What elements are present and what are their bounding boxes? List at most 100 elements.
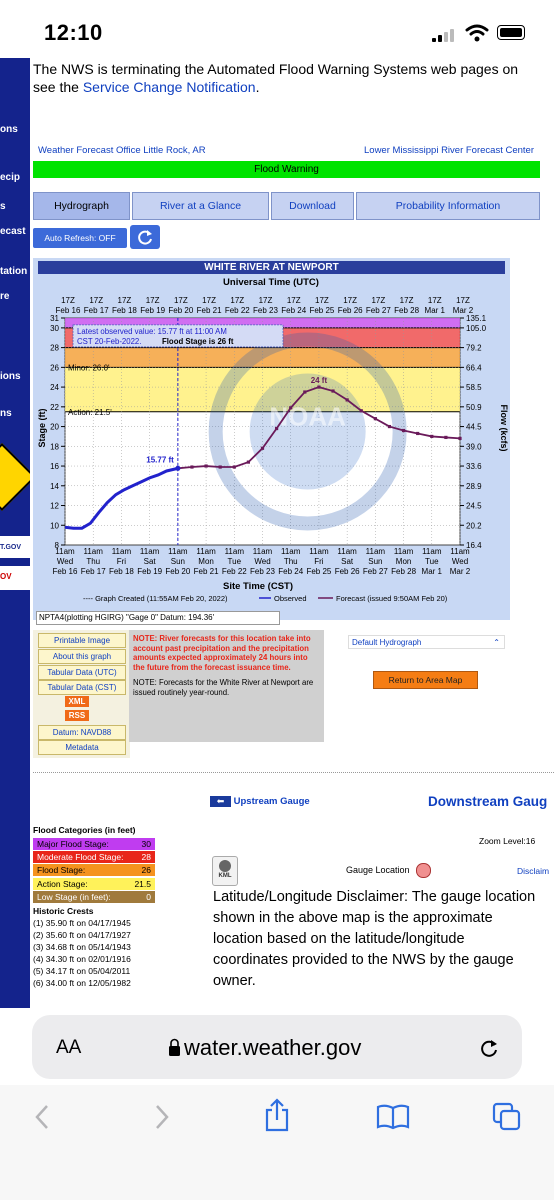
top-date-label: Feb 23 bbox=[253, 306, 278, 315]
nav-item[interactable]: s bbox=[0, 201, 6, 212]
select-value: Default Hydrograph bbox=[352, 638, 422, 647]
top-tick-label: 17Z bbox=[202, 296, 216, 305]
bottom-date-label: Feb 28 bbox=[391, 567, 416, 576]
bottom-date-label: Feb 27 bbox=[363, 567, 388, 576]
y-tick-label: 12 bbox=[50, 502, 59, 511]
reader-aa-button[interactable]: AA bbox=[56, 1037, 81, 1059]
tabular-utc-button[interactable]: Tabular Data (UTC) bbox=[38, 665, 126, 680]
bottom-date-label: Feb 26 bbox=[335, 567, 360, 576]
battery-icon bbox=[497, 25, 525, 40]
nav-item[interactable]: ns bbox=[0, 408, 12, 419]
nav-item[interactable]: ions bbox=[0, 371, 21, 382]
noaa-logo-text: NOAA bbox=[269, 402, 346, 432]
reload-icon[interactable] bbox=[478, 1037, 500, 1059]
chart-svg: NOAA810121416182022242628303116.420.224.… bbox=[37, 277, 509, 603]
y-tick-label: 31 bbox=[50, 314, 59, 323]
bottom-date-label: Feb 20 bbox=[165, 567, 190, 576]
xml-button[interactable]: XML bbox=[65, 696, 89, 707]
forecast-point bbox=[444, 435, 448, 440]
action-label: Action: 21.5' bbox=[68, 408, 112, 417]
nav-item[interactable]: ons bbox=[0, 124, 18, 135]
metadata-button[interactable]: Metadata bbox=[38, 740, 126, 755]
tab-label: Probability Information bbox=[395, 200, 501, 212]
tab-river-at-a-glance[interactable]: River at a Glance bbox=[132, 192, 269, 220]
top-date-label: Feb 25 bbox=[309, 306, 334, 315]
govt-logo[interactable]: T.GOV bbox=[0, 536, 30, 558]
tabular-cst-button[interactable]: Tabular Data (CST) bbox=[38, 680, 126, 695]
flood-category-value: 30 bbox=[141, 839, 151, 849]
bottom-date-label: Feb 18 bbox=[109, 567, 134, 576]
nav-item[interactable]: ecast bbox=[0, 226, 26, 237]
hydrograph-select[interactable]: Default Hydrograph ⌃ bbox=[348, 635, 505, 649]
gauge-location-label: Gauge Location bbox=[346, 865, 410, 875]
tab-probability[interactable]: Probability Information bbox=[356, 192, 540, 220]
flood-category-value: 21.5 bbox=[134, 878, 151, 889]
historic-crest-item: (2) 35.60 ft on 04/17/1927 bbox=[33, 930, 131, 940]
office-link[interactable]: Weather Forecast Office Little Rock, AR bbox=[38, 145, 206, 156]
top-date-label: Feb 16 bbox=[56, 306, 81, 315]
top-tick-label: 17Z bbox=[315, 296, 329, 305]
forecast-point bbox=[317, 385, 321, 389]
bottom-day-label: Thu bbox=[86, 557, 100, 566]
kml-icon[interactable]: KML bbox=[212, 856, 238, 886]
top-tick-label: 17Z bbox=[230, 296, 244, 305]
nav-item[interactable]: re bbox=[0, 291, 9, 302]
bottom-day-label: Sat bbox=[144, 557, 157, 566]
signal-icon bbox=[432, 28, 456, 42]
bottom-time-label: 11am bbox=[196, 547, 216, 556]
bottom-date-label: Feb 16 bbox=[53, 567, 78, 576]
bottom-date-label: Feb 23 bbox=[250, 567, 275, 576]
btn-label: RSS bbox=[68, 711, 86, 720]
bottom-time-label: 11am bbox=[309, 547, 329, 556]
bottom-date-label: Mar 2 bbox=[450, 567, 471, 576]
rfc-link[interactable]: Lower Mississippi River Forecast Center bbox=[364, 145, 534, 156]
top-tick-label: 17Z bbox=[61, 296, 75, 305]
top-date-label: Feb 27 bbox=[366, 306, 391, 315]
datum-button[interactable]: Datum: NAVD88 bbox=[38, 725, 126, 740]
disclaimer-link[interactable]: Disclaim bbox=[517, 866, 549, 876]
url-text[interactable]: water.weather.gov bbox=[184, 1035, 361, 1061]
bottom-time-label: 11am bbox=[112, 547, 132, 556]
top-axis-title: Universal Time (UTC) bbox=[223, 277, 319, 288]
minor-label: Minor: 26.0' bbox=[68, 363, 110, 372]
auto-refresh-button[interactable]: Auto Refresh: OFF bbox=[33, 228, 127, 248]
url-bar[interactable]: AA water.weather.gov bbox=[32, 1015, 522, 1079]
forward-icon[interactable] bbox=[154, 1104, 170, 1130]
flood-category-row: Low Stage (in feet): 0 bbox=[33, 890, 155, 904]
govt-logo[interactable]: OV bbox=[0, 566, 30, 590]
back-icon[interactable] bbox=[34, 1104, 50, 1130]
rss-button[interactable]: RSS bbox=[65, 710, 89, 721]
chart-footer: NPTA4(plotting HGIRG) "Gage 0" Datum: 19… bbox=[36, 611, 280, 625]
bottom-date-label: Feb 24 bbox=[278, 567, 303, 576]
btn-label: Metadata bbox=[65, 743, 99, 752]
upstream-gauge-link[interactable]: ⬅ Upstream Gauge bbox=[210, 796, 310, 807]
top-date-label: Mar 1 bbox=[425, 306, 446, 315]
top-tick-label: 17Z bbox=[400, 296, 414, 305]
bottom-day-label: Mon bbox=[198, 557, 214, 566]
tab-download[interactable]: Download bbox=[271, 192, 354, 220]
top-tick-label: 17Z bbox=[259, 296, 273, 305]
tab-hydrograph[interactable]: Hydrograph bbox=[33, 192, 130, 220]
bottom-time-label: 11am bbox=[394, 547, 414, 556]
downstream-gauge-link[interactable]: Downstream Gaug bbox=[428, 794, 547, 809]
flood-category-row: Moderate Flood Stage: 28 bbox=[33, 851, 155, 865]
forecast-point bbox=[246, 460, 250, 464]
bookmarks-icon[interactable] bbox=[376, 1104, 410, 1130]
tab-label: Hydrograph bbox=[54, 200, 109, 212]
forecast-point bbox=[373, 417, 377, 421]
btn-label: Tabular Data (CST) bbox=[47, 683, 117, 692]
share-icon[interactable] bbox=[263, 1098, 291, 1132]
nav-item[interactable]: ecip bbox=[0, 172, 20, 183]
btn-label: About this graph bbox=[52, 652, 112, 661]
service-change-link[interactable]: Service Change Notification bbox=[83, 79, 256, 95]
about-graph-button[interactable]: About this graph bbox=[38, 649, 126, 664]
tabs-icon[interactable] bbox=[492, 1102, 522, 1132]
printable-image-button[interactable]: Printable Image bbox=[38, 633, 126, 648]
refresh-button[interactable] bbox=[130, 225, 160, 249]
bottom-day-label: Wed bbox=[452, 557, 468, 566]
nav-item[interactable]: tation bbox=[0, 266, 27, 277]
top-date-label: Mar 2 bbox=[453, 306, 474, 315]
top-tick-label: 17Z bbox=[371, 296, 385, 305]
forecast-point bbox=[232, 465, 236, 469]
return-to-area-map-button[interactable]: Return to Area Map bbox=[373, 671, 478, 689]
